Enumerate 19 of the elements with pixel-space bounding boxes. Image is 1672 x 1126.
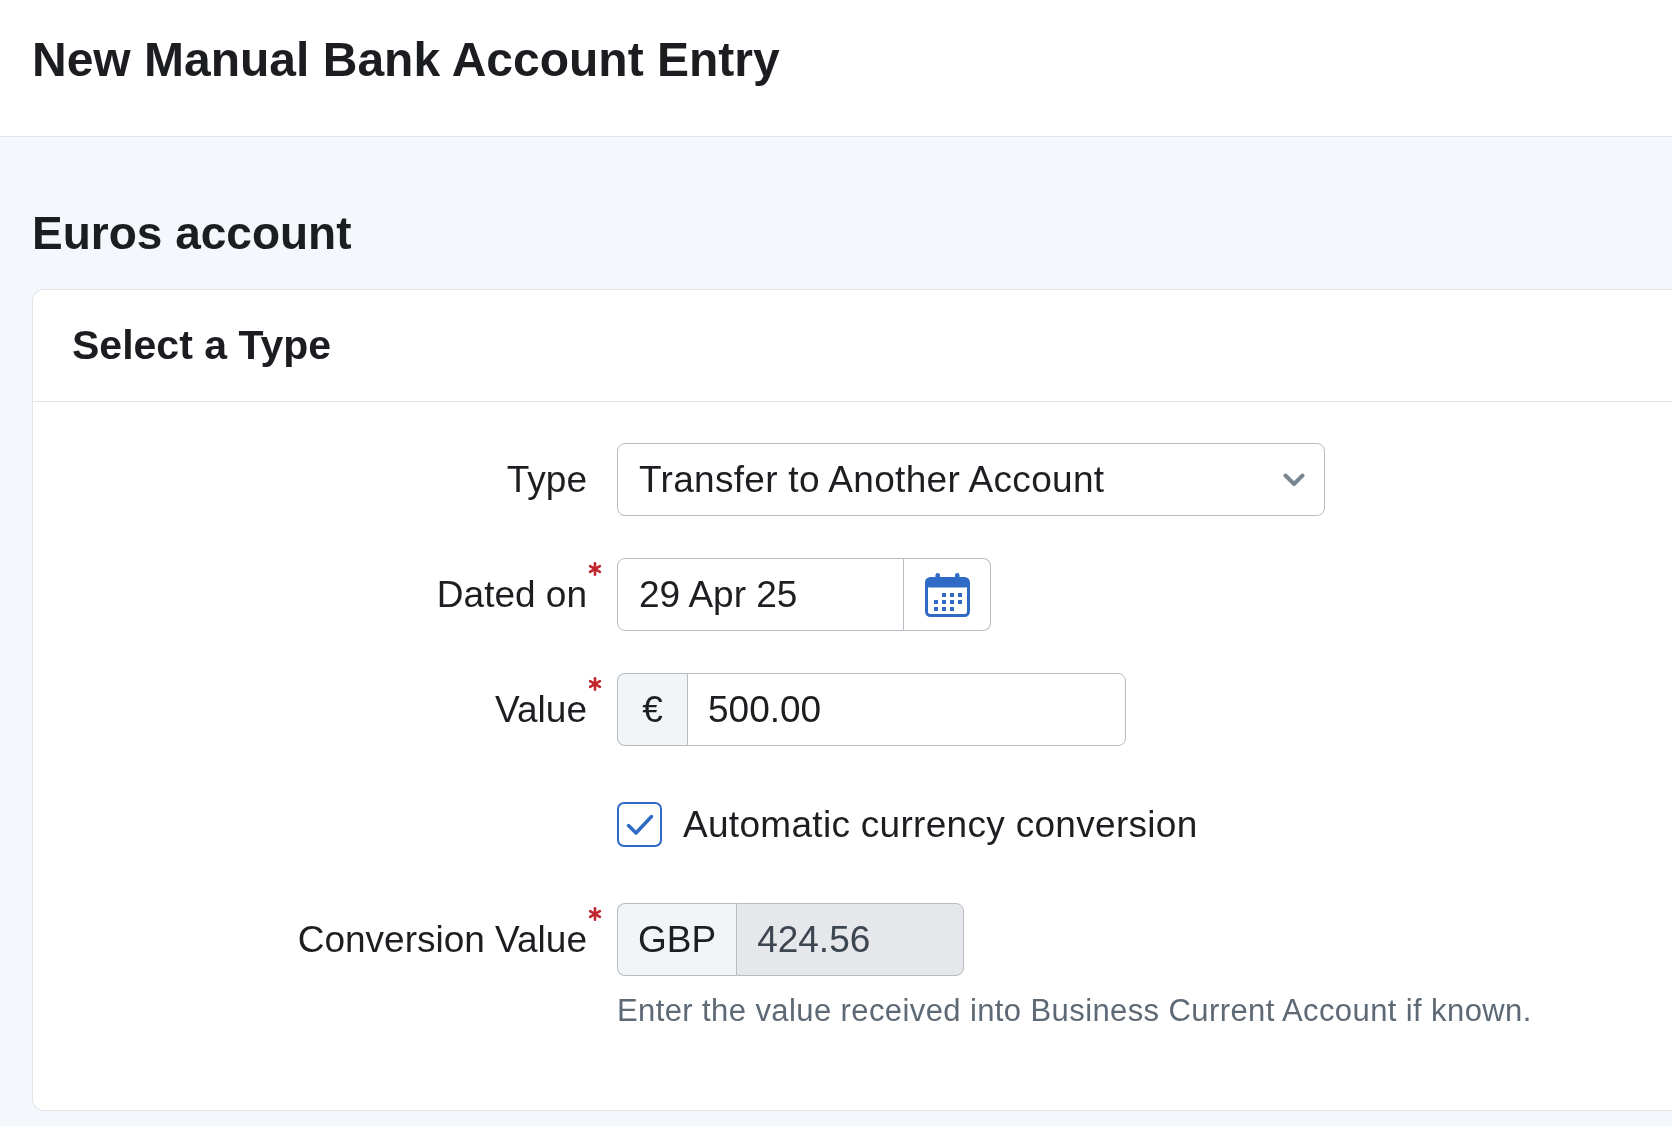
calendar-button[interactable] [904, 558, 991, 631]
check-icon [625, 813, 654, 836]
currency-prefix: GBP [617, 903, 737, 976]
calendar-icon [924, 572, 970, 617]
account-title: Euros account [32, 206, 352, 261]
field-label: Type [506, 457, 587, 502]
chevron-down-icon [1283, 472, 1305, 487]
field-label: Value [495, 687, 587, 732]
field-label: Conversion Value [297, 917, 587, 962]
page-title: New Manual Bank Account Entry [32, 32, 780, 88]
help-text: Enter the value received into Business Current Account if known. [617, 992, 1532, 1030]
type-select[interactable]: Transfer to Another Account [617, 443, 1325, 516]
currency-prefix: € [617, 673, 687, 746]
checkbox[interactable] [617, 802, 662, 847]
field-label: Dated on [436, 572, 587, 617]
checkbox-label: Automatic currency conversion [683, 802, 1198, 847]
card-title: Select a Type [72, 321, 332, 369]
amount-input[interactable]: 500.00 [687, 673, 1126, 746]
date-input[interactable]: 29 Apr 25 [617, 558, 904, 631]
